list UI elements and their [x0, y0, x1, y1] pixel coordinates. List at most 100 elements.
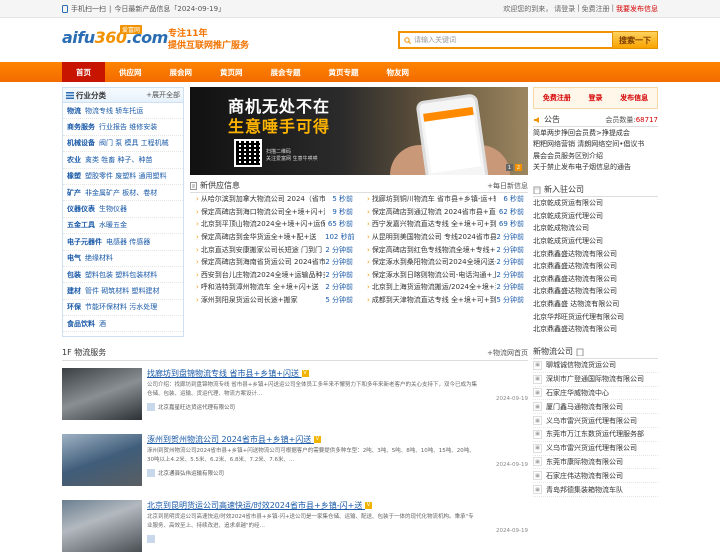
subcategory-links[interactable]: 行业报告 维修安装 — [99, 122, 157, 132]
login-button[interactable]: 登录 — [588, 93, 602, 103]
subcategory-links[interactable]: 阀门 泵 模具 工程机械 — [99, 138, 169, 148]
nav-yellowpages-topic[interactable]: 黄页专题 — [315, 62, 373, 82]
info-link[interactable]: 呼和浩特到漳州物流车 全+境+闪+送 — [201, 282, 325, 292]
company-link[interactable]: 北京乾成物流公司 — [533, 222, 658, 235]
publish-info-button[interactable]: 发布信息 — [620, 93, 648, 103]
subcategory-links[interactable]: 管件 砌筑材料 塑料建材 — [85, 286, 159, 296]
product-title-link[interactable]: 找廊坊到盘锦物流专线 省市县+乡镇+闪送 — [147, 369, 299, 378]
nav-exhibition[interactable]: 展会网 — [156, 62, 207, 82]
mobile-scan-link[interactable]: 手机扫一扫 — [71, 4, 106, 14]
company-link[interactable]: 石家庄伟达物流有限公司 — [546, 471, 623, 481]
notice-item[interactable]: 展会会员服务区别介绍 — [533, 150, 658, 162]
company-link[interactable]: 北京乾成货运代理公司 — [533, 235, 658, 248]
login-link[interactable]: 请登录 — [554, 4, 575, 14]
category-link[interactable]: 包装 — [67, 270, 81, 280]
subcategory-links[interactable]: 非金属矿产 板材、卷材 — [85, 188, 157, 198]
site-logo[interactable]: aifu360.com 爱富网 — [62, 25, 168, 55]
free-register-button[interactable]: 免费注册 — [543, 93, 571, 103]
company-link[interactable]: 北京鼎鑫盛达物流有限公司 — [533, 323, 658, 336]
expand-all-link[interactable]: +展开全部 — [146, 90, 180, 100]
product-company-link[interactable]: 北京嘉星旺达货运代理有限公司 — [158, 403, 235, 411]
info-link[interactable]: 涿州到阳泉货运公司长途+搬家 — [201, 295, 325, 305]
company-link[interactable]: 聊城诚信物流货运公司 — [546, 360, 616, 370]
info-link[interactable]: 找廊坊到铜川物流车 省市县+乡镇-运+输 — [372, 194, 496, 204]
company-link[interactable]: 义乌市雷兴货运代理有限公司 — [546, 416, 637, 426]
company-link[interactable]: 北京乾成货运有限公司 — [533, 197, 658, 210]
nav-supply[interactable]: 供应网 — [105, 62, 156, 82]
info-link[interactable]: 北京到平顶山物流2024全+境+闪+运保时 — [201, 219, 325, 229]
info-link[interactable]: 成都到天津物流直达专线 全+境+可+到 — [372, 295, 496, 305]
subcategory-links[interactable]: 塑料包装 塑料包装材料 — [85, 270, 157, 280]
subcategory-links[interactable]: 生物仪器 — [99, 204, 127, 214]
info-link[interactable]: 保定高碑店到通辽物流 2024省市县+直达 — [372, 207, 496, 217]
company-link[interactable]: 石家庄华威物流中心 — [546, 388, 609, 398]
category-link[interactable]: 电子元器件 — [67, 237, 102, 247]
notice-item[interactable]: 粑粑网络营销 清朗网络空间•倡议书 — [533, 139, 658, 151]
info-link[interactable]: 从哈尔滨到加拿大物流公司 2024（省市 — [201, 194, 325, 204]
category-link[interactable]: 食品饮料 — [67, 319, 95, 329]
register-link[interactable]: 免费注册 — [582, 4, 610, 14]
info-link[interactable]: 保定高碑店到海南省货运公司 2024省市县+ — [201, 257, 325, 267]
subcategory-links[interactable]: 电感器 传感器 — [106, 237, 150, 247]
nav-home[interactable]: 首页 — [62, 62, 105, 82]
category-link[interactable]: 仪器仪表 — [67, 204, 95, 214]
product-image[interactable] — [62, 434, 142, 486]
publish-link[interactable]: 我要发布信息 — [616, 4, 658, 14]
info-link[interactable]: 保定高碑店到红色专线物流全境+专线+ — [372, 245, 496, 255]
category-link[interactable]: 商务服务 — [67, 122, 95, 132]
daily-info-link[interactable]: +每日新信息 — [487, 181, 528, 191]
company-link[interactable]: 北京华邦旺货运代理有限公司 — [533, 310, 658, 323]
search-input[interactable]: 请输入关键词 — [398, 31, 612, 49]
category-link[interactable]: 矿产 — [67, 188, 81, 198]
product-company-link[interactable]: 北京通驿弘伟运输有限公司 — [158, 469, 224, 477]
subcategory-links[interactable]: 禽类 牲畜 种子、种苗 — [85, 155, 152, 165]
company-link[interactable]: 东莞市康际物流有限公司 — [546, 457, 623, 467]
info-link[interactable]: 北京直达到安康搬家公司长短途 门到门 — [201, 245, 325, 255]
company-link[interactable]: 东莞市万江东数货运代理服务部 — [546, 429, 644, 439]
banner-dot-active[interactable]: 2 — [515, 164, 522, 171]
subcategory-links[interactable]: 节能环保材料 污水处理 — [85, 302, 157, 312]
company-link[interactable]: 北京鼎鑫盛达物流有限公司 — [533, 285, 658, 298]
subcategory-links[interactable]: 水暖五金 — [99, 220, 127, 230]
company-link[interactable]: 北京鼎鑫盛 达物流有限公司 — [533, 298, 658, 311]
company-link[interactable]: 厦门鑫马通物流有限公司 — [546, 402, 623, 412]
company-link[interactable]: 北京鼎鑫盛达物流有限公司 — [533, 247, 658, 260]
info-link[interactable]: 从昆明到美国物流公司 专线2024省市县+ — [372, 232, 496, 242]
company-link[interactable]: 义乌市雷兴货运代理有限公司 — [546, 443, 637, 453]
category-link[interactable]: 物流 — [67, 106, 81, 116]
category-link[interactable]: 环保 — [67, 302, 81, 312]
category-link[interactable]: 机械设备 — [67, 138, 95, 148]
notice-item[interactable]: 简单两步挣回会员费>挣提成会 — [533, 127, 658, 139]
product-title-link[interactable]: 北京到昆明货运公司高速快运/时效2024省市县+乡镇-闪+送 — [147, 501, 362, 510]
search-button[interactable]: 搜索一下 — [612, 31, 658, 49]
info-link[interactable]: 北京到上海货运物流搬运/2024全+境+到 — [372, 282, 496, 292]
logistics-home-link[interactable]: +物流网首页 — [487, 348, 528, 358]
subcategory-links[interactable]: 绝缘材料 — [85, 253, 113, 263]
company-link[interactable]: 深圳市广登通国际物流有限公司 — [546, 374, 644, 384]
subcategory-links[interactable]: 酒 — [99, 319, 106, 329]
category-link[interactable]: 农业 — [67, 155, 81, 165]
product-image[interactable] — [62, 368, 142, 420]
company-link[interactable]: 北京鼎鑫盛达物流有限公司 — [533, 260, 658, 273]
nav-wuyou[interactable]: 物友网 — [373, 62, 424, 82]
info-link[interactable]: 保定高碑店到金华货运全+境+配+送 — [201, 232, 325, 242]
company-link[interactable]: 青岛邦德集装箱物流车队 — [546, 485, 623, 495]
nav-yellowpages[interactable]: 黄页网 — [206, 62, 257, 82]
info-link[interactable]: 保定涿水到日喀则物流公司-电话沟通+上 — [372, 270, 496, 280]
company-link[interactable]: 北京鼎鑫盛达物流有限公司 — [533, 273, 658, 286]
banner-dot[interactable]: 1 — [506, 164, 513, 171]
product-image[interactable] — [62, 500, 142, 552]
subcategory-links[interactable]: 塑胶零件 废塑料 通用塑料 — [85, 171, 166, 181]
category-link[interactable]: 橡塑 — [67, 171, 81, 181]
product-title-link[interactable]: 涿州到贺州物流公司 2024省市县+乡镇+闪送 — [147, 435, 311, 444]
nav-exhibition-topic[interactable]: 展会专题 — [257, 62, 315, 82]
category-link[interactable]: 建材 — [67, 286, 81, 296]
company-link[interactable]: 北京乾成货运代理公司 — [533, 210, 658, 223]
info-link[interactable]: 西安到台儿庄物流2024全境+运输品种多 — [201, 270, 325, 280]
info-link[interactable]: 保定高碑店到海口物流公司全+境+闪+送 — [201, 207, 325, 217]
info-link[interactable]: 西宁发嘉兴物流直达专线 全+境+可+到 — [372, 219, 496, 229]
notice-item[interactable]: 关于禁止发布电子烟信息的通告 — [533, 162, 658, 174]
promo-banner[interactable]: 商机无处不在 生意唾手可得 扫描二维码 关注爱富网 生意牛哄哄 1 2 — [190, 87, 528, 175]
subcategory-links[interactable]: 物流专线 轿车托运 — [85, 106, 143, 116]
category-link[interactable]: 电气 — [67, 253, 81, 263]
